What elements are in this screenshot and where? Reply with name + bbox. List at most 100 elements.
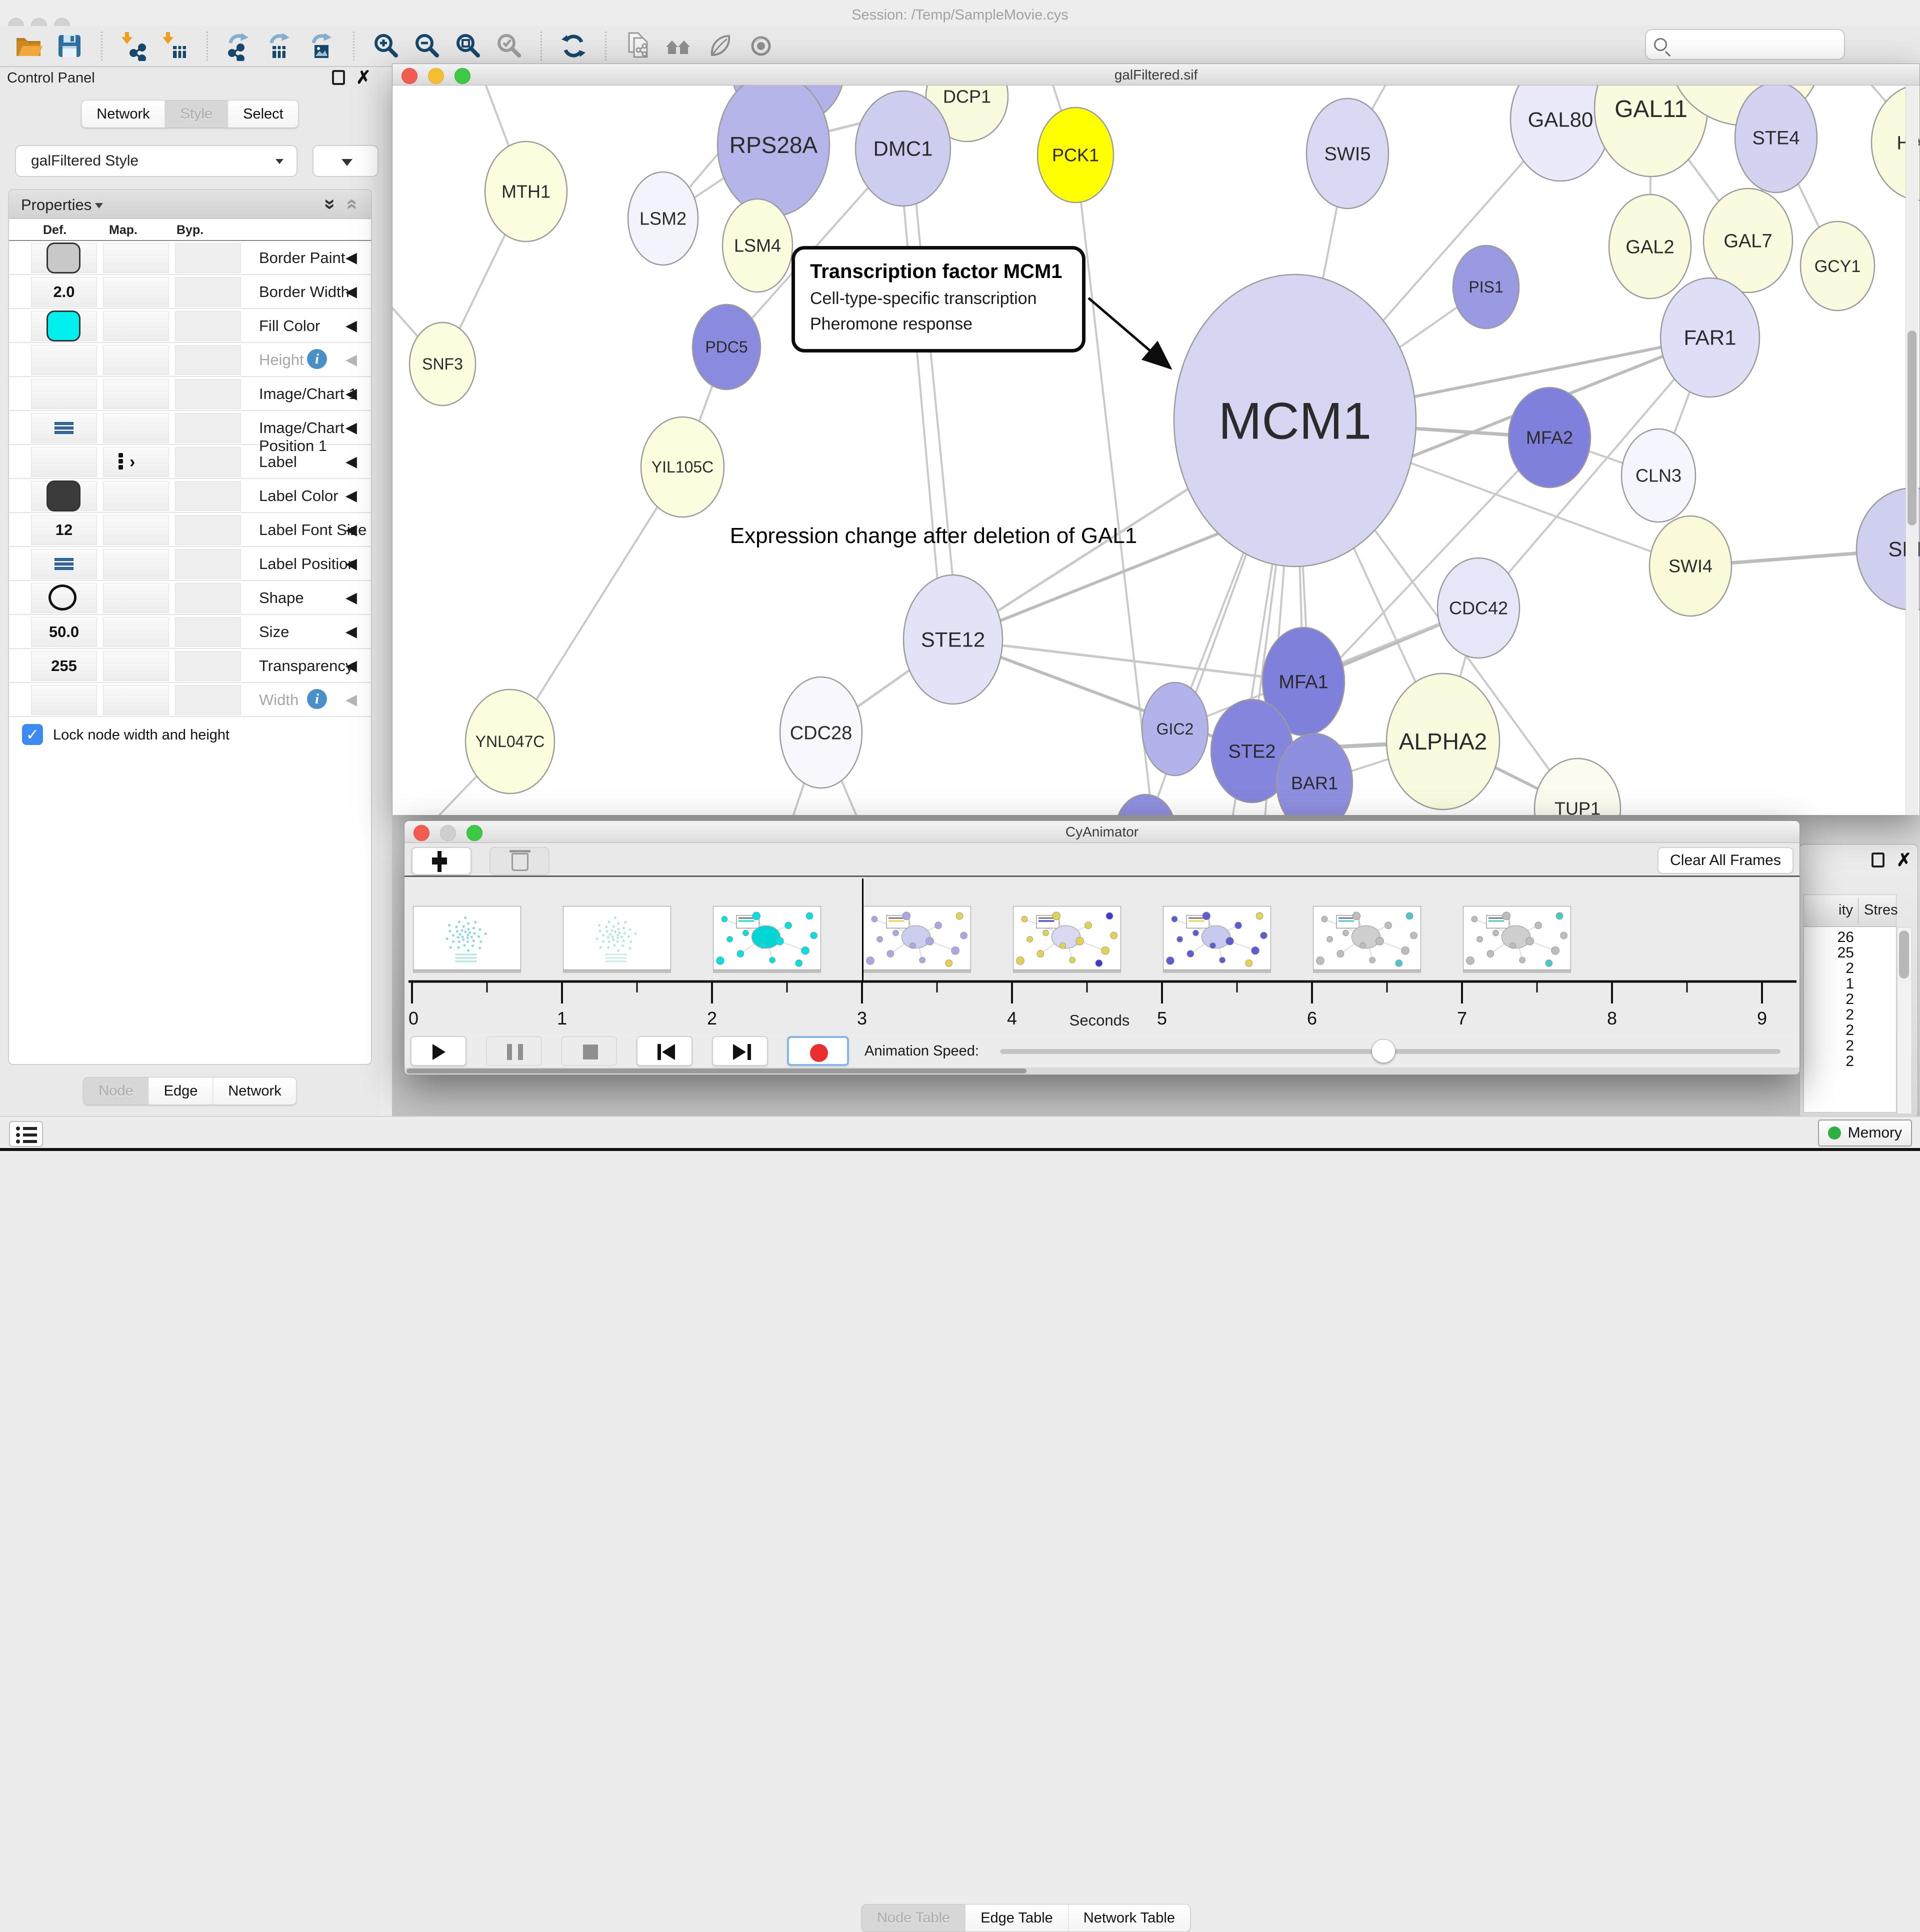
lock-size-checkbox[interactable]: ✓ [22, 724, 43, 745]
tab-node-table[interactable]: Node Table [862, 1904, 965, 1932]
annotation-box[interactable]: Transcription factor MCM1 Cell-type-spec… [792, 246, 1086, 352]
node-mth1[interactable]: MTH1 [485, 142, 567, 242]
expand-arrow-icon[interactable]: ◀ [346, 691, 357, 708]
tab-network[interactable]: Network [82, 100, 164, 128]
keyframe-thumbnail[interactable] [1163, 906, 1271, 970]
mapping-cell[interactable]: › [103, 447, 169, 477]
network-vertical-scrollbar[interactable] [1906, 86, 1918, 815]
style-selector-dropdown[interactable]: galFiltered Style [15, 145, 298, 177]
node-swi4[interactable]: SWI4 [1650, 516, 1732, 616]
node-cln3[interactable]: CLN3 [1622, 429, 1696, 522]
property-row[interactable]: 2.0Border Width◀ [9, 275, 371, 309]
node-gal7[interactable]: GAL7 [1704, 188, 1792, 292]
property-row[interactable]: Label Position◀ [9, 547, 371, 581]
lens-icon[interactable] [746, 31, 776, 61]
default-value-cell[interactable]: 50.0 [31, 617, 97, 647]
cyanimator-titlebar[interactable]: CyAnimator [404, 821, 1800, 843]
mapping-cell[interactable] [103, 311, 169, 341]
property-row[interactable]: Border Paint◀ [9, 241, 371, 275]
node-pck1[interactable]: PCK1 [1038, 108, 1114, 202]
tab-edge-table[interactable]: Edge Table [965, 1904, 1068, 1932]
mapping-cell[interactable] [103, 345, 169, 375]
zoom-in-icon[interactable] [371, 31, 401, 61]
leaf-icon[interactable] [705, 31, 735, 61]
expand-arrow-icon[interactable]: ◀ [346, 317, 357, 334]
export-network-icon[interactable] [224, 31, 254, 61]
tab-network-style[interactable]: Network [212, 1078, 296, 1104]
keyframe-thumbnail[interactable] [863, 906, 971, 970]
node-lsm4[interactable]: LSM4 [722, 199, 792, 292]
skip-to-end-button[interactable] [712, 1036, 768, 1066]
task-history-button[interactable] [9, 1121, 43, 1147]
mapping-cell[interactable] [103, 549, 169, 579]
mapping-cell[interactable] [103, 379, 169, 409]
node-pdc5[interactable]: PDC5 [692, 304, 760, 390]
property-row[interactable]: ›Label◀ [9, 445, 371, 479]
default-value-cell[interactable] [31, 345, 97, 375]
memory-button[interactable]: Memory [1818, 1120, 1912, 1146]
scrollbar-thumb[interactable] [1908, 330, 1916, 526]
slider-thumb[interactable] [1372, 1039, 1396, 1063]
open-folder-icon[interactable] [14, 31, 44, 61]
node-mfa2[interactable]: MFA2 [1508, 388, 1590, 488]
default-value-cell[interactable] [31, 311, 97, 341]
property-row[interactable]: Shape◀ [9, 581, 371, 615]
copy-document-icon[interactable] [623, 31, 653, 61]
zoom-selected-icon[interactable] [494, 31, 524, 61]
node-mcm1[interactable]: MCM1 [1174, 274, 1416, 566]
node-pis1[interactable]: PIS1 [1453, 246, 1519, 328]
expand-arrow-icon[interactable]: ◀ [346, 283, 357, 300]
property-row[interactable]: Image/Chart 1◀ [9, 377, 371, 411]
refresh-icon[interactable] [558, 31, 588, 61]
float-panel-icon[interactable] [332, 70, 345, 85]
zoom-fit-icon[interactable] [453, 31, 483, 61]
stop-button[interactable] [561, 1036, 617, 1066]
mapping-cell[interactable] [103, 481, 169, 511]
bypass-cell[interactable] [175, 447, 241, 477]
node-ste12[interactable]: STE12 [904, 575, 1002, 704]
export-table-icon[interactable] [266, 31, 296, 61]
mapping-cell[interactable] [103, 277, 169, 307]
default-value-cell[interactable]: 12 [31, 515, 97, 545]
node-yil105c[interactable]: YIL105C [641, 417, 724, 517]
expand-arrow-icon[interactable]: ◀ [346, 487, 357, 504]
bypass-cell[interactable] [175, 243, 241, 273]
bypass-cell[interactable] [175, 481, 241, 511]
default-value-cell[interactable]: 2.0 [31, 277, 97, 307]
default-value-cell[interactable] [31, 379, 97, 409]
network-graph[interactable]: RPS28ADCP1DMC1PCK1MTH1LSM2LSM4SNF3PDC5YI… [392, 86, 1920, 815]
float-panel-icon[interactable] [1872, 852, 1884, 868]
zoom-out-icon[interactable] [412, 31, 442, 61]
bypass-cell[interactable] [175, 413, 241, 443]
bypass-cell[interactable] [175, 549, 241, 579]
node-ynl047c[interactable]: YNL047C [466, 690, 554, 794]
node-snf3[interactable]: SNF3 [410, 322, 476, 406]
play-button[interactable] [410, 1036, 466, 1066]
expand-arrow-icon[interactable]: ◀ [346, 419, 357, 436]
network-window-titlebar[interactable]: galFiltered.sif [392, 64, 1920, 86]
tab-style[interactable]: Style [165, 100, 228, 128]
table-header-row[interactable]: ity Stres [1804, 895, 1896, 927]
node-dmc1[interactable]: DMC1 [856, 91, 950, 206]
expand-arrow-icon[interactable]: ◀ [346, 453, 357, 470]
edge[interactable] [1076, 155, 1152, 815]
skip-to-start-button[interactable] [636, 1036, 692, 1066]
node-alpha2[interactable]: ALPHA2 [1386, 674, 1500, 810]
bypass-cell[interactable] [175, 685, 241, 715]
expand-arrow-icon[interactable]: ◀ [346, 385, 357, 402]
default-value-cell[interactable] [31, 583, 97, 613]
expand-arrow-icon[interactable]: ◀ [346, 623, 357, 640]
text-annotation[interactable]: Expression change after deletion of GAL1 [671, 524, 1196, 548]
mapping-cell[interactable] [103, 243, 169, 273]
timeline-playhead[interactable] [862, 878, 864, 982]
keyframe-thumbnail[interactable] [713, 906, 821, 970]
import-table-icon[interactable] [160, 31, 190, 61]
expand-arrow-icon[interactable]: ◀ [346, 657, 357, 674]
bypass-cell[interactable] [175, 583, 241, 613]
property-row[interactable]: 12Label Font Size◀ [9, 513, 371, 547]
edge[interactable] [899, 150, 942, 636]
node-gcy1[interactable]: GCY1 [1800, 222, 1874, 310]
node-gic2[interactable]: GIC2 [1142, 682, 1208, 776]
tab-select[interactable]: Select [228, 100, 298, 128]
table-scrollbar[interactable] [1897, 927, 1912, 1114]
